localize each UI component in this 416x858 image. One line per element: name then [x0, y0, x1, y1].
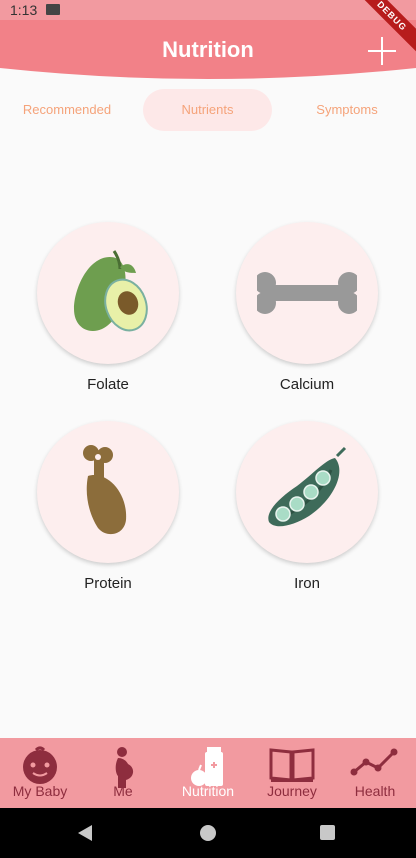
status-bar: 1:13	[0, 0, 416, 20]
recent-apps-icon[interactable]	[320, 825, 335, 840]
nav-label: Journey	[267, 783, 317, 799]
nutrient-label: Calcium	[279, 376, 335, 393]
nutrient-label: Protein	[84, 575, 132, 592]
nav-item-my-baby[interactable]: My Baby	[0, 738, 80, 808]
message-icon	[46, 4, 60, 15]
tab-bar: Recommended Nutrients Symptoms	[0, 89, 416, 131]
drumstick-icon	[83, 445, 127, 535]
home-icon[interactable]	[200, 825, 216, 841]
nav-item-nutrition[interactable]: Nutrition	[166, 738, 250, 808]
page-title: Nutrition	[162, 37, 254, 62]
chart-line-icon	[350, 748, 398, 776]
nav-label: Me	[113, 783, 133, 799]
nutrient-circle[interactable]	[37, 421, 179, 563]
nutrient-tile-folate[interactable]: Folate	[33, 222, 183, 393]
tab-symptoms[interactable]: Symptoms	[280, 89, 414, 131]
nav-label: Nutrition	[181, 783, 235, 799]
pregnant-woman-icon	[115, 747, 134, 788]
nav-item-health[interactable]: Health	[335, 738, 415, 808]
baby-face-icon	[23, 746, 57, 784]
status-time: 1:13	[10, 2, 38, 18]
nav-label: My Baby	[12, 783, 68, 799]
nutrient-label: Folate	[87, 376, 129, 393]
nav-item-me[interactable]: Me	[83, 738, 163, 808]
tab-nutrients[interactable]: Nutrients	[143, 89, 272, 131]
nutrient-circle[interactable]	[37, 222, 179, 364]
bone-icon	[257, 272, 357, 314]
book-icon	[269, 748, 315, 782]
nutrient-label: Iron	[294, 575, 320, 592]
bottom-navigation: My Baby Me Nutrition Journey Health	[0, 738, 416, 808]
app-bar: Nutrition	[0, 20, 416, 82]
nutrient-circle[interactable]	[236, 222, 378, 364]
tab-recommended[interactable]: Recommended	[0, 89, 134, 131]
add-icon[interactable]	[368, 37, 396, 65]
nutrition-icon	[191, 747, 223, 786]
nutrient-tile-protein[interactable]: Protein	[33, 421, 183, 592]
nutrient-tile-iron[interactable]: Iron	[232, 421, 382, 592]
peapod-icon	[268, 446, 347, 527]
nutrient-tile-calcium[interactable]: Calcium	[232, 222, 382, 393]
back-icon[interactable]	[78, 825, 92, 841]
avocado-icon	[74, 250, 148, 332]
nav-label: Health	[354, 783, 396, 799]
system-navigation-bar	[0, 808, 416, 858]
nutrient-circle[interactable]	[236, 421, 378, 563]
nav-item-journey[interactable]: Journey	[252, 738, 332, 808]
